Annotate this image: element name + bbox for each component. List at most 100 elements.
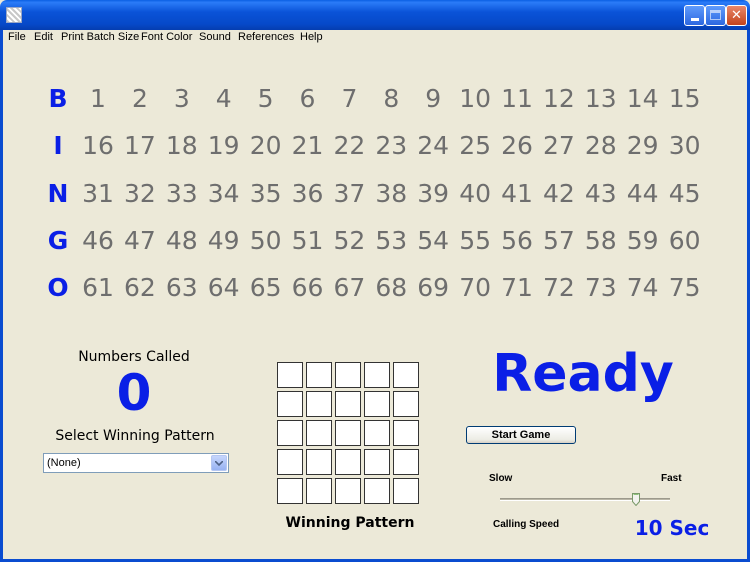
bingo-number: 46 bbox=[82, 226, 114, 255]
bingo-letter: N bbox=[47, 179, 69, 208]
pattern-cell[interactable] bbox=[335, 362, 361, 388]
bingo-number: 68 bbox=[375, 273, 408, 302]
start-game-button[interactable]: Start Game bbox=[466, 426, 576, 444]
pattern-cell[interactable] bbox=[364, 391, 390, 417]
pattern-cell[interactable] bbox=[277, 391, 303, 417]
fast-label: Fast bbox=[661, 473, 682, 484]
numbers-called-count: 0 bbox=[116, 364, 152, 422]
bingo-number: 19 bbox=[207, 131, 240, 160]
bingo-number: 1 bbox=[90, 84, 106, 113]
bingo-number: 44 bbox=[626, 179, 659, 208]
pattern-cell[interactable] bbox=[335, 420, 361, 446]
menu-file[interactable]: File bbox=[8, 30, 26, 44]
bingo-number: 56 bbox=[501, 226, 533, 255]
bingo-number: 71 bbox=[501, 273, 533, 302]
bingo-number: 51 bbox=[291, 226, 324, 255]
pattern-cell[interactable] bbox=[364, 478, 390, 504]
chevron-down-icon bbox=[215, 461, 223, 466]
pattern-cell[interactable] bbox=[393, 478, 419, 504]
bingo-number: 5 bbox=[257, 84, 274, 113]
bingo-letter: G bbox=[47, 226, 69, 255]
pattern-cell[interactable] bbox=[335, 449, 361, 475]
menu-help[interactable]: Help bbox=[300, 30, 323, 44]
dropdown-button[interactable] bbox=[211, 455, 227, 471]
bingo-number: 38 bbox=[375, 179, 408, 208]
close-button[interactable]: ✕ bbox=[726, 5, 747, 26]
bingo-number: 72 bbox=[542, 273, 575, 302]
bingo-number: 31 bbox=[82, 179, 114, 208]
maximize-icon bbox=[710, 10, 721, 20]
pattern-cell[interactable] bbox=[277, 478, 303, 504]
bingo-number: 54 bbox=[417, 226, 450, 255]
bingo-number: 59 bbox=[626, 226, 659, 255]
bingo-letter: I bbox=[53, 131, 63, 160]
numbers-called-label: Numbers Called bbox=[78, 349, 190, 365]
bingo-number: 27 bbox=[542, 131, 575, 160]
bingo-number: 10 bbox=[459, 84, 491, 113]
pattern-cell[interactable] bbox=[364, 449, 390, 475]
menu-print-batch-size[interactable]: Print Batch Size bbox=[61, 30, 139, 44]
bingo-number: 2 bbox=[131, 84, 148, 113]
window-frame-left bbox=[0, 30, 3, 562]
pattern-cell[interactable] bbox=[335, 478, 361, 504]
bingo-number: 43 bbox=[584, 179, 617, 208]
pattern-cell[interactable] bbox=[277, 420, 303, 446]
bingo-number: 14 bbox=[626, 84, 659, 113]
status-text: Ready bbox=[492, 344, 674, 404]
bingo-number: 55 bbox=[459, 226, 491, 255]
pattern-cell[interactable] bbox=[393, 420, 419, 446]
bingo-number: 26 bbox=[501, 131, 533, 160]
bingo-number: 16 bbox=[82, 131, 114, 160]
maximize-button bbox=[705, 5, 726, 26]
title-bar[interactable]: ✕ bbox=[0, 0, 750, 30]
pattern-cell[interactable] bbox=[277, 449, 303, 475]
bingo-number: 45 bbox=[668, 179, 701, 208]
pattern-cell[interactable] bbox=[335, 391, 361, 417]
menu-bar: File Edit Print Batch Size Font Color So… bbox=[3, 30, 747, 46]
menu-font-color[interactable]: Font Color bbox=[141, 30, 192, 44]
bingo-number: 64 bbox=[207, 273, 240, 302]
bingo-number: 53 bbox=[375, 226, 408, 255]
slow-label: Slow bbox=[489, 473, 513, 484]
pattern-cell[interactable] bbox=[306, 420, 332, 446]
bingo-number: 30 bbox=[668, 131, 701, 160]
menu-references[interactable]: References bbox=[238, 30, 294, 44]
bingo-number: 60 bbox=[668, 226, 701, 255]
pattern-cell[interactable] bbox=[364, 362, 390, 388]
bingo-number: 48 bbox=[165, 226, 198, 255]
bingo-number: 29 bbox=[626, 131, 659, 160]
pattern-cell[interactable] bbox=[393, 362, 419, 388]
bingo-number: 9 bbox=[425, 84, 442, 113]
app-icon[interactable] bbox=[6, 7, 22, 23]
pattern-select[interactable]: (None) bbox=[43, 453, 229, 473]
bingo-number: 70 bbox=[459, 273, 491, 302]
winning-pattern-grid bbox=[277, 362, 423, 508]
pattern-cell[interactable] bbox=[364, 420, 390, 446]
bingo-number: 66 bbox=[291, 273, 324, 302]
bingo-number: 8 bbox=[383, 84, 400, 113]
bingo-number: 63 bbox=[165, 273, 198, 302]
bingo-number: 4 bbox=[215, 84, 232, 113]
menu-edit[interactable]: Edit bbox=[34, 30, 53, 44]
pattern-cell[interactable] bbox=[306, 362, 332, 388]
bingo-number: 40 bbox=[459, 179, 491, 208]
pattern-cell[interactable] bbox=[306, 478, 332, 504]
minimize-button[interactable] bbox=[684, 5, 705, 26]
menu-sound[interactable]: Sound bbox=[199, 30, 231, 44]
bingo-number: 37 bbox=[333, 179, 366, 208]
pattern-cell[interactable] bbox=[277, 362, 303, 388]
pattern-cell[interactable] bbox=[306, 391, 332, 417]
bingo-number: 12 bbox=[542, 84, 575, 113]
bingo-number: 73 bbox=[584, 273, 617, 302]
pattern-cell[interactable] bbox=[393, 449, 419, 475]
calling-speed-slider[interactable] bbox=[500, 498, 670, 501]
bingo-number: 15 bbox=[668, 84, 701, 113]
bingo-number: 62 bbox=[123, 273, 156, 302]
pattern-cell[interactable] bbox=[393, 391, 419, 417]
bingo-number: 69 bbox=[417, 273, 450, 302]
bingo-number: 18 bbox=[165, 131, 198, 160]
slider-thumb[interactable] bbox=[632, 493, 640, 506]
bingo-letter: B bbox=[48, 84, 68, 113]
bingo-number: 36 bbox=[291, 179, 324, 208]
pattern-cell[interactable] bbox=[306, 449, 332, 475]
